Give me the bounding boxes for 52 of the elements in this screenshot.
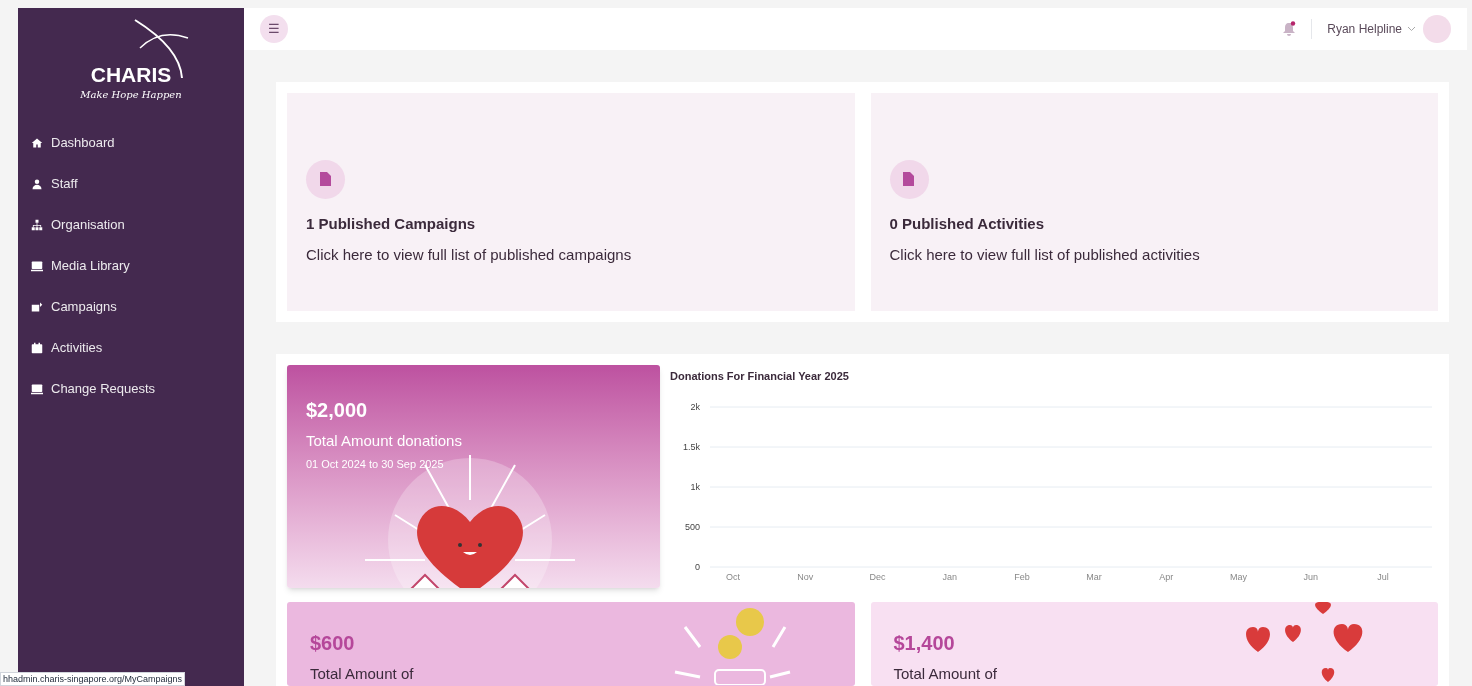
sidebar-item[interactable]: Campaigns <box>18 286 244 327</box>
method-label: Total Amount of <box>310 664 415 684</box>
monitor-icon <box>31 382 43 395</box>
chevron-down-icon <box>1407 26 1416 32</box>
menu-button[interactable]: ☰ <box>260 15 288 43</box>
summary-card[interactable]: 1 Published Campaigns Click here to view full list of published campaigns <box>287 93 855 311</box>
sidebar-item[interactable]: Activities <box>18 327 244 368</box>
method-label: Total Amount of <box>893 664 998 684</box>
sidebar-item[interactable]: Media Library <box>18 245 244 286</box>
x-axis-label: Apr <box>1159 571 1174 582</box>
logo-text: CHARIS <box>90 64 172 85</box>
monitor-icon <box>31 259 43 272</box>
x-axis-label: Jun <box>1303 571 1318 582</box>
x-axis-label: Nov <box>797 571 814 582</box>
status-url: hhadmin.charis-singapore.org/MyCampaigns <box>0 672 186 686</box>
x-axis-label: Jul <box>1377 571 1389 582</box>
logo-tagline: Make Hope Happen <box>80 88 182 102</box>
y-axis-label: 0 <box>695 561 700 572</box>
avatar[interactable] <box>1423 15 1451 43</box>
x-axis-label: Feb <box>1014 571 1030 582</box>
person-icon <box>31 177 43 190</box>
document-icon <box>319 172 332 186</box>
envelope-icon <box>31 300 43 313</box>
y-axis-label: 2k <box>690 401 700 412</box>
sidebar-item[interactable]: Dashboard <box>18 122 244 163</box>
sidebar-item[interactable]: Organisation <box>18 204 244 245</box>
card-title: 1 Published Campaigns <box>306 213 477 234</box>
donation-amount: $2,000 <box>306 398 369 423</box>
method-amount: $1,400 <box>893 631 956 656</box>
x-axis-label: Oct <box>726 571 741 582</box>
x-axis-label: Jan <box>942 571 957 582</box>
card-description: Click here to view full list of published activities <box>889 245 1201 265</box>
summary-card[interactable]: 0 Published Activities Click here to view full list of published activities <box>870 93 1438 311</box>
x-axis-label: May <box>1230 571 1247 582</box>
user-menu[interactable]: Ryan Helpline <box>1327 20 1416 38</box>
sidebar-item[interactable]: Staff <box>18 163 244 204</box>
chart-title: Donations For Financial Year 2025 <box>670 369 850 384</box>
y-axis-label: 1.5k <box>683 441 700 452</box>
card-description: Click here to view full list of published campaigns <box>306 245 633 265</box>
method-amount: $600 <box>310 631 356 656</box>
x-axis-label: Mar <box>1086 571 1102 582</box>
card-title: 0 Published Activities <box>889 213 1045 234</box>
home-icon <box>31 136 43 149</box>
sitemap-icon <box>31 218 43 231</box>
donation-period: 01 Oct 2024 to 30 Sep 2025 <box>306 456 445 472</box>
y-axis-label: 1k <box>690 481 700 492</box>
x-axis-label: Dec <box>869 571 886 582</box>
donation-label: Total Amount donations <box>306 431 463 451</box>
y-axis-label: 500 <box>684 521 700 532</box>
document-icon <box>903 172 915 186</box>
sidebar-item[interactable]: Change Requests <box>18 368 244 409</box>
calendar-icon <box>31 341 43 354</box>
